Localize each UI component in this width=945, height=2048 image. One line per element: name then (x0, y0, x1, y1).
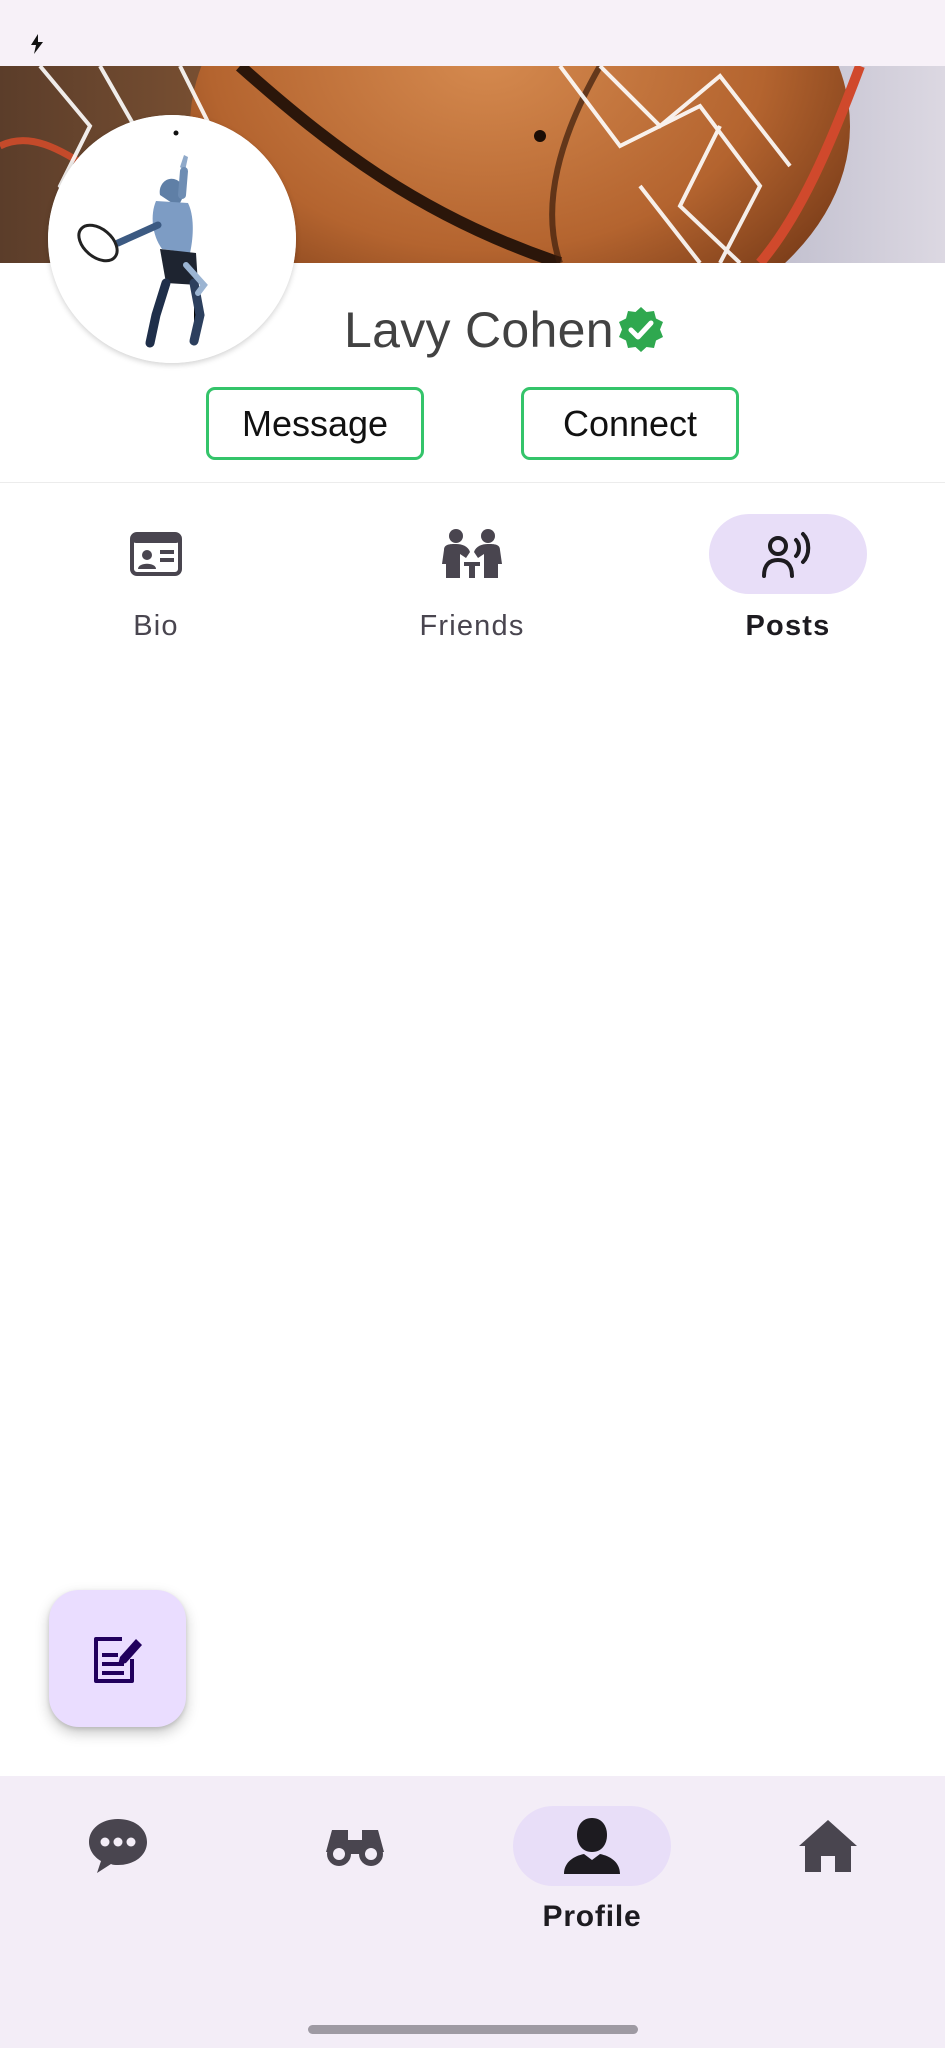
tab-friends-indicator (393, 514, 551, 594)
nav-profile-label: Profile (542, 1900, 642, 1933)
profile-name: Lavy Cohen (344, 298, 666, 362)
nav-explore[interactable] (275, 1806, 435, 1966)
verified-badge-icon (618, 307, 663, 352)
status-bar (0, 0, 945, 66)
nav-home[interactable] (748, 1806, 908, 1966)
create-post-fab[interactable] (49, 1590, 186, 1727)
tab-posts-label: Posts (745, 610, 831, 642)
tab-bio[interactable]: Bio (76, 514, 236, 654)
chat-bubble-icon (89, 1819, 147, 1873)
home-icon (799, 1820, 857, 1872)
nav-chat-indicator (39, 1806, 197, 1886)
nav-profile-indicator (513, 1806, 671, 1886)
tab-posts-indicator (709, 514, 867, 594)
tab-posts[interactable]: Posts (708, 514, 868, 654)
edit-note-icon (93, 1636, 142, 1683)
profile-avatar[interactable] (48, 115, 296, 363)
nav-chat[interactable] (38, 1806, 198, 1966)
friends-icon (442, 529, 502, 578)
speaking-person-icon (762, 532, 811, 578)
person-icon (564, 1818, 620, 1874)
connect-button[interactable]: Connect (521, 387, 739, 460)
nav-explore-indicator (276, 1806, 434, 1886)
section-divider (0, 482, 945, 483)
nav-profile[interactable]: Profile (512, 1806, 672, 1966)
tab-friends[interactable]: Friends (392, 514, 552, 654)
bottom-navigation: Profile (0, 1776, 945, 2048)
message-button[interactable]: Message (206, 387, 424, 460)
tennis-player-image (48, 115, 296, 363)
binoculars-icon (326, 1830, 384, 1866)
nav-home-indicator (749, 1806, 907, 1886)
tab-friends-label: Friends (419, 610, 525, 642)
charging-bolt-icon (31, 34, 43, 54)
tab-bio-indicator (77, 514, 235, 594)
home-indicator (308, 2025, 638, 2034)
tab-bio-label: Bio (133, 610, 179, 642)
profile-name-text: Lavy Cohen (344, 302, 614, 358)
id-card-icon (130, 532, 182, 576)
